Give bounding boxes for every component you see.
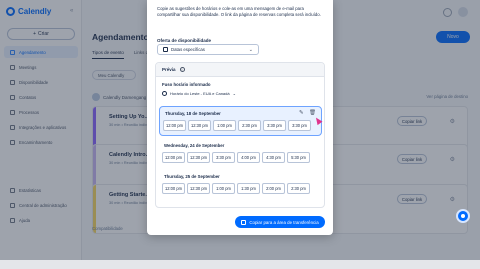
time-slot[interactable]: 3:30 pm bbox=[288, 120, 311, 131]
time-slot[interactable]: 3:30 pm bbox=[263, 120, 286, 131]
time-slot[interactable]: 12:30 pm bbox=[187, 152, 210, 163]
trash-icon[interactable]: 🗑 bbox=[309, 110, 316, 116]
time-slot[interactable]: 12:00 pm bbox=[163, 120, 186, 131]
time-slot[interactable]: 3:30 pm bbox=[212, 152, 235, 163]
timezone-label: Fuso horário informado bbox=[162, 82, 211, 87]
time-slots: 12:00 pm 12:30 pm 3:30 pm 4:00 pm 4:30 p… bbox=[162, 152, 319, 163]
share-availability-modal: Copie as sugestões de horários e cole-as… bbox=[147, 0, 333, 235]
globe-icon bbox=[162, 91, 167, 96]
day-actions: ✎ 🗑 bbox=[299, 110, 316, 116]
copy-button-label: Copiar para a área de transferência bbox=[249, 219, 319, 225]
chevron-down-icon: ⌄ bbox=[248, 46, 253, 53]
app-window: Calendly « + Criar Agendamento Meetings … bbox=[0, 0, 480, 260]
preview-panel: Prévia i Fuso horário informado Horário … bbox=[155, 62, 325, 208]
time-slot[interactable]: 12:00 pm bbox=[162, 152, 185, 163]
time-slot[interactable]: 4:00 pm bbox=[237, 152, 260, 163]
copy-icon bbox=[241, 219, 247, 225]
time-slot[interactable]: 1:00 pm bbox=[212, 183, 235, 194]
day-block[interactable]: Thursday, 25 de September 12:00 pm 12:30… bbox=[159, 170, 322, 198]
time-slot[interactable]: 12:30 pm bbox=[187, 183, 210, 194]
copy-to-clipboard-button[interactable]: Copiar para a área de transferência bbox=[235, 216, 325, 228]
preview-header: Prévia i bbox=[156, 63, 324, 77]
pencil-icon[interactable]: ✎ bbox=[299, 110, 305, 116]
time-slot[interactable]: 1:00 pm bbox=[213, 120, 236, 131]
bottom-strip bbox=[0, 260, 480, 269]
day-block-selected[interactable]: Thursday, 18 de September ✎ 🗑 12:00 pm 1… bbox=[159, 106, 323, 136]
time-slot[interactable]: 2:00 pm bbox=[262, 183, 285, 194]
info-icon[interactable]: i bbox=[179, 67, 185, 72]
day-title: Wednesday, 24 de September bbox=[164, 143, 225, 148]
availability-label: Oferta de disponibilidade bbox=[157, 38, 212, 43]
preview-label: Prévia bbox=[162, 67, 176, 72]
availability-select[interactable]: Datas específicas ⌄ bbox=[157, 44, 259, 55]
calendar-icon bbox=[163, 47, 168, 52]
help-chat-button[interactable] bbox=[456, 209, 470, 223]
availability-select-value: Datas específicas bbox=[171, 47, 205, 52]
timezone-value: Horário do Leste - EUA e Canadá bbox=[170, 91, 230, 96]
time-slot[interactable]: 2:30 pm bbox=[287, 183, 310, 194]
modal-description: Copie as sugestões de horários e cole-as… bbox=[157, 6, 321, 18]
day-title: Thursday, 18 de September bbox=[165, 111, 221, 116]
time-slot[interactable]: 1:30 pm bbox=[237, 183, 260, 194]
time-slots: 12:00 pm 12:30 pm 1:00 pm 1:30 pm 2:00 p… bbox=[162, 183, 319, 194]
time-slot[interactable]: 2:30 pm bbox=[238, 120, 261, 131]
time-slot[interactable]: 12:00 pm bbox=[162, 183, 185, 194]
day-block[interactable]: Wednesday, 24 de September 12:00 pm 12:3… bbox=[159, 139, 322, 167]
day-title: Thursday, 25 de September bbox=[164, 174, 220, 179]
time-slot[interactable]: 5:30 pm bbox=[287, 152, 310, 163]
timezone-select[interactable]: Horário do Leste - EUA e Canadá ⌄ bbox=[162, 91, 236, 96]
chevron-down-icon: ⌄ bbox=[232, 91, 236, 96]
time-slot[interactable]: 12:30 pm bbox=[188, 120, 211, 131]
time-slots: 12:00 pm 12:30 pm 1:00 pm 2:30 pm 3:30 p… bbox=[163, 120, 318, 131]
time-slot[interactable]: 4:30 pm bbox=[262, 152, 285, 163]
